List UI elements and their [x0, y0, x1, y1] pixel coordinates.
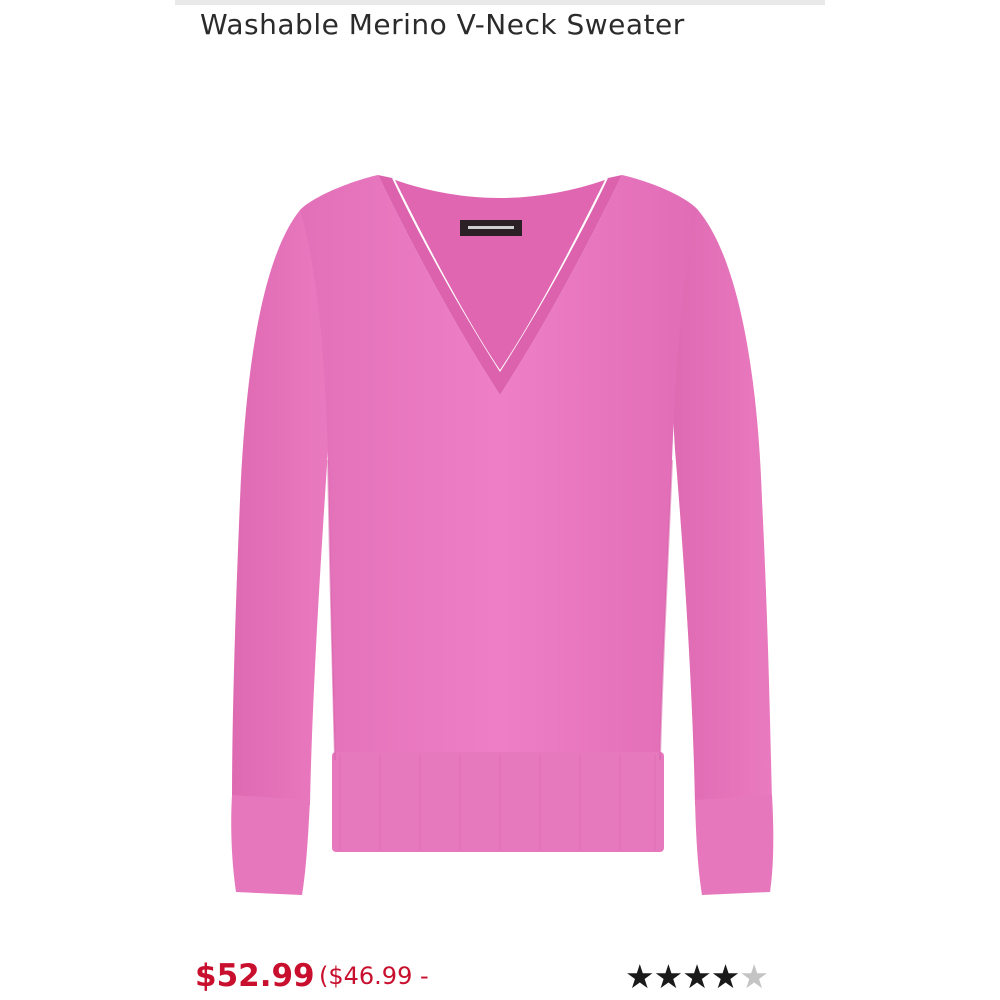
star-rating[interactable]: ★★★★★	[625, 957, 769, 996]
star-filled-icon: ★	[625, 957, 655, 996]
star-filled-icon: ★	[653, 957, 684, 996]
right-sleeve	[671, 210, 772, 805]
left-cuff	[231, 795, 310, 895]
hem-band	[332, 752, 664, 852]
star-empty-icon: ★	[739, 957, 769, 996]
product-card: Washable Merino V-Neck Sweater $52.99 ($…	[0, 0, 1000, 1000]
price-rating-row: $52.99 ($46.99 - ★★★★★	[195, 958, 815, 1000]
product-image[interactable]	[150, 140, 850, 920]
price-range: ($46.99 -	[319, 962, 429, 990]
left-sleeve	[232, 210, 331, 805]
star-filled-icon: ★	[682, 957, 712, 996]
top-divider-bar	[175, 0, 825, 5]
right-cuff	[695, 795, 774, 895]
sale-price: $52.99	[195, 958, 315, 994]
product-title[interactable]: Washable Merino V-Neck Sweater	[200, 8, 685, 41]
star-filled-icon: ★	[710, 957, 741, 996]
